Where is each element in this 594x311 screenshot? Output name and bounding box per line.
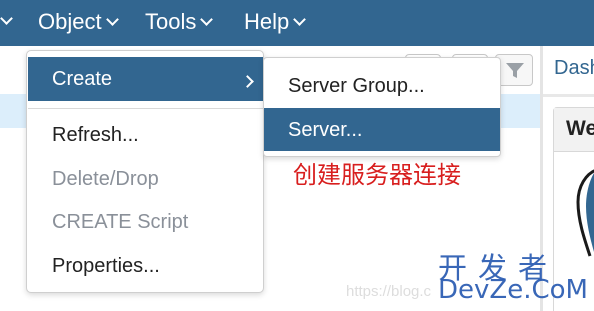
menu-item-delete-drop: Delete/Drop (52, 168, 159, 190)
submenu-item-server-group[interactable]: Server Group... (288, 74, 425, 98)
menu-item-create[interactable]: Create (28, 57, 263, 101)
submenu-item-server-label: Server... (288, 119, 363, 141)
postgres-elephant-logo (576, 169, 594, 257)
menu-item-properties[interactable]: Properties... (52, 254, 160, 278)
chevron-right-icon (241, 75, 254, 88)
tab-underline (543, 94, 594, 97)
menu-tools-label: Tools (145, 9, 197, 34)
menu-help[interactable]: Help (244, 9, 307, 35)
create-submenu: Server Group... Server... (263, 57, 501, 157)
watermark-url: https://blog.c (346, 283, 432, 300)
object-dropdown-menu: Create Refresh... Delete/Drop CREATE Scr… (26, 50, 264, 293)
menu-item-refresh[interactable]: Refresh... (52, 123, 139, 147)
menu-help-label: Help (244, 9, 290, 34)
menu-divider (28, 108, 263, 109)
top-menubar: Object Tools Help (0, 0, 594, 46)
submenu-item-server[interactable]: Server... (264, 108, 500, 151)
menu-object-label: Object (38, 9, 102, 34)
chevron-down-icon (200, 13, 214, 26)
chevron-down-icon (105, 13, 119, 26)
tab-dashboard[interactable]: Dash (554, 57, 594, 80)
annotation-text: 创建服务器连接 (293, 161, 461, 189)
menu-object[interactable]: Object (38, 9, 119, 35)
menu-item-create-label: Create (52, 68, 113, 90)
menu-item-create-script: CREATE Script (52, 211, 189, 233)
chevron-down-icon (293, 13, 307, 26)
watermark-brand-en: DevZe.CoM (438, 275, 588, 305)
filter-icon (506, 63, 524, 78)
menu-tools[interactable]: Tools (145, 9, 214, 35)
chevron-down-icon[interactable] (0, 12, 13, 25)
welcome-card-title: We (566, 117, 594, 140)
